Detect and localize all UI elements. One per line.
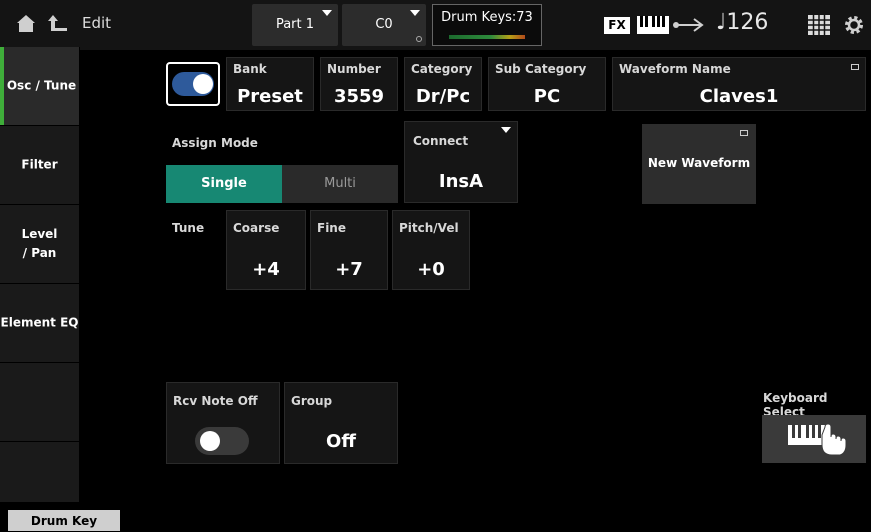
gear-icon[interactable] [842,13,866,37]
chevron-down-icon [501,127,511,133]
category-field[interactable]: Category Dr/Pc [404,57,482,111]
expand-icon [851,64,859,70]
new-waveform-button[interactable]: New Waveform [642,124,756,204]
popup-icon [740,130,748,136]
rcv-note-off-field[interactable]: Rcv Note Off [166,382,280,464]
tab-osc-tune[interactable]: Osc / Tune [0,47,80,125]
toggle-knob [193,74,213,94]
tab-element-eq[interactable]: Element EQ [0,284,80,362]
note-label: C0 [375,17,393,32]
category-label: Category [411,62,473,76]
home-icon[interactable] [14,11,38,35]
subcategory-value: PC [533,86,561,107]
drum-keys-display: Drum Keys:73 [432,4,542,46]
rcv-note-off-toggle[interactable] [195,427,249,455]
connect-label: Connect [413,134,469,148]
bank-label: Bank [233,62,267,76]
category-value: Dr/Pc [415,86,471,107]
coarse-label: Coarse [233,221,280,235]
number-field[interactable]: Number 3559 [320,57,398,111]
number-label: Number [327,62,381,76]
bank-value: Preset [237,86,303,107]
chevron-down-icon [410,10,420,16]
new-waveform-label: New Waveform [647,156,751,170]
tab-label: Element EQ [0,315,79,330]
tab-drum-key[interactable]: Drum Key [8,510,120,531]
tempo-display[interactable]: ♩126 [716,10,768,35]
tab-label: Level / Pan [21,227,58,260]
group-value: Off [326,431,356,452]
assign-mode-single[interactable]: Single [166,165,282,203]
connect-dropdown[interactable]: Connect InsA [404,121,518,203]
connect-value: InsA [438,171,484,192]
fx-icon[interactable]: FX [604,17,630,34]
tab-label: Osc / Tune [6,78,77,93]
fine-value: +7 [335,259,363,280]
circle-indicator-icon [416,36,422,42]
rcv-note-off-label: Rcv Note Off [173,394,258,408]
grid-icon[interactable] [808,15,830,35]
coarse-field[interactable]: Coarse +4 [226,210,306,290]
waveform-name-field[interactable]: Waveform Name Claves1 [612,57,866,111]
drum-key-label: Drum Key [30,514,98,528]
toggle-knob [200,431,220,451]
drum-keys-label: Drum Keys:73 [441,10,533,25]
note-selector[interactable]: C0 [342,4,426,46]
bank-field[interactable]: Bank Preset [226,57,314,111]
chevron-down-icon [322,10,332,16]
edit-label: Edit [82,14,112,32]
group-label: Group [291,394,333,408]
back-up-icon[interactable] [46,11,72,35]
usb-icon [672,16,706,34]
coarse-value: +4 [252,259,280,280]
tab-empty-5[interactable] [0,363,80,441]
keyboard-icon [637,15,669,35]
fine-label: Fine [317,221,346,235]
tab-level-pan[interactable]: Level / Pan [0,205,80,283]
element-switch-toggle[interactable] [166,62,220,106]
tab-label: Filter [21,157,58,172]
assign-mode-label: Assign Mode [172,136,258,150]
waveform-name-value: Claves1 [699,86,779,107]
tune-label: Tune [172,221,205,235]
assign-mode-multi[interactable]: Multi [282,165,398,203]
pitch-vel-value: +0 [417,259,445,280]
keyboard-select-button[interactable] [762,415,866,463]
number-value: 3559 [333,86,385,107]
pitch-vel-field[interactable]: Pitch/Vel +0 [392,210,470,290]
part-label: Part 1 [275,17,315,32]
subcategory-label: Sub Category [495,62,587,76]
fine-field[interactable]: Fine +7 [310,210,388,290]
part-selector[interactable]: Part 1 [252,4,338,46]
tab-filter[interactable]: Filter [0,126,80,204]
pitch-vel-label: Pitch/Vel [399,221,459,235]
waveform-name-label: Waveform Name [619,62,731,76]
subcategory-field[interactable]: Sub Category PC [488,57,606,111]
level-meter [449,35,525,39]
group-field[interactable]: Group Off [284,382,398,464]
tab-empty-6[interactable] [0,442,80,502]
keyboard-hand-icon [788,423,847,456]
